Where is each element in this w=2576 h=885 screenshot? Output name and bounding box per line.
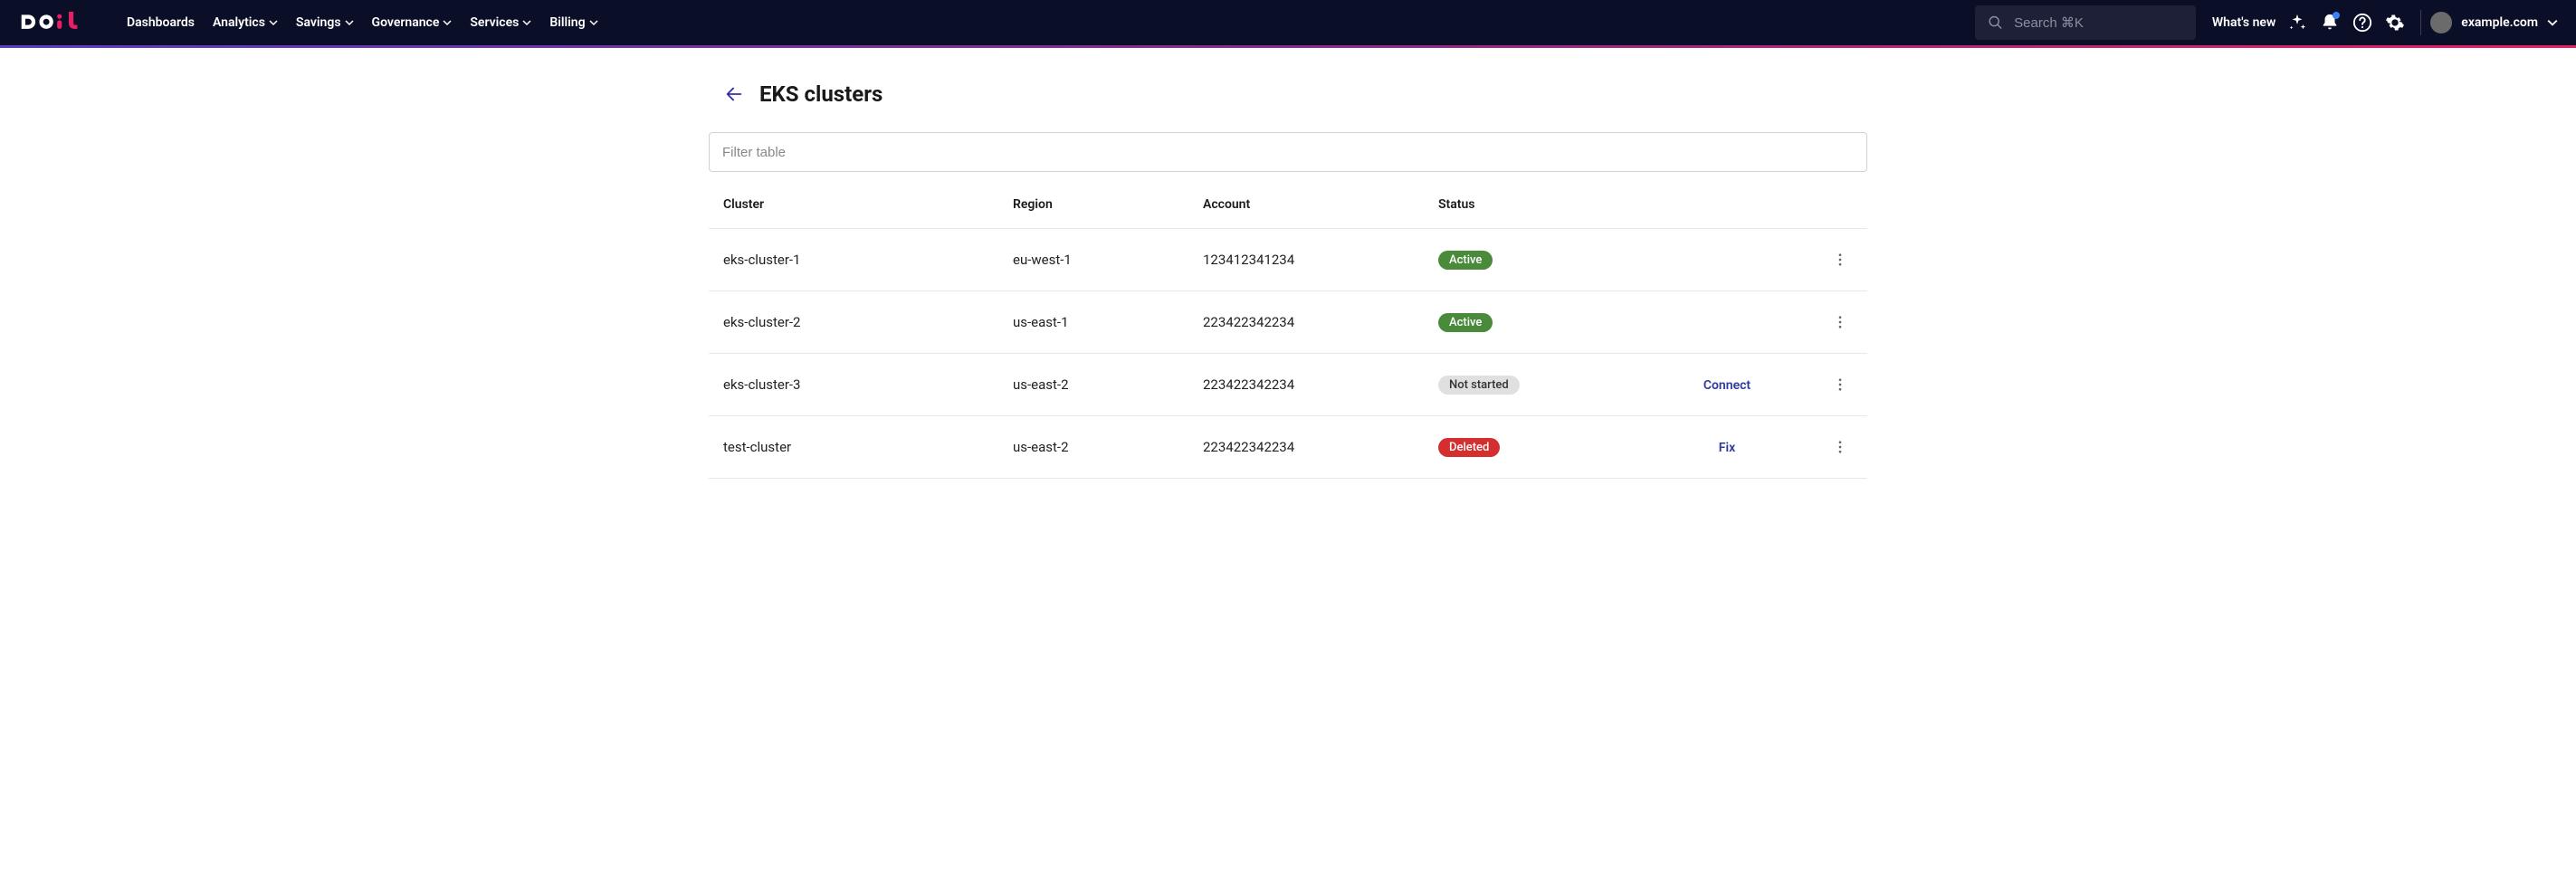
- search-input[interactable]: [2014, 15, 2183, 31]
- nav-governance[interactable]: Governance: [365, 8, 460, 37]
- nav-billing[interactable]: Billing: [542, 8, 605, 37]
- status-badge: Active: [1438, 251, 1493, 270]
- cell-menu: [1813, 291, 1867, 354]
- column-header-account[interactable]: Account: [1188, 181, 1424, 229]
- gear-icon: [2385, 13, 2405, 33]
- more-vert-icon: [1832, 376, 1848, 393]
- cell-status: Not started: [1424, 354, 1641, 416]
- cell-status: Deleted: [1424, 416, 1641, 479]
- nav-label: Billing: [549, 15, 585, 30]
- page-title: EKS clusters: [759, 81, 883, 107]
- table-row: eks-cluster-1eu-west-1123412341234 Active: [709, 229, 1867, 291]
- cell-account: 223422342234: [1188, 354, 1424, 416]
- clusters-table: Cluster Region Account Status eks-cluste…: [709, 181, 1867, 479]
- row-menu-button[interactable]: [1827, 309, 1853, 335]
- status-badge: Deleted: [1438, 438, 1500, 457]
- table-row: eks-cluster-2us-east-1223422342234 Active: [709, 291, 1867, 354]
- cell-region: us-east-2: [998, 416, 1188, 479]
- help-icon: [2352, 13, 2372, 33]
- cell-menu: [1813, 229, 1867, 291]
- nav-dashboards[interactable]: Dashboards: [119, 8, 202, 37]
- back-button[interactable]: [723, 83, 745, 105]
- avatar: [2430, 12, 2452, 33]
- nav-label: Governance: [372, 15, 440, 30]
- settings-button[interactable]: [2379, 6, 2411, 39]
- more-vert-icon: [1832, 439, 1848, 455]
- status-badge: Not started: [1438, 376, 1520, 395]
- column-header-status[interactable]: Status: [1424, 181, 1641, 229]
- sparkle-button[interactable]: [2281, 6, 2314, 39]
- nav-label: Analytics: [213, 15, 265, 30]
- table-row: test-clusterus-east-2223422342234 Deleted…: [709, 416, 1867, 479]
- cell-account: 223422342234: [1188, 416, 1424, 479]
- cell-account: 123412341234: [1188, 229, 1424, 291]
- row-menu-button[interactable]: [1827, 247, 1853, 272]
- sparkle-icon: [2287, 13, 2307, 33]
- cell-cluster: eks-cluster-1: [709, 229, 998, 291]
- cell-action: [1641, 229, 1813, 291]
- help-button[interactable]: [2346, 6, 2379, 39]
- status-badge: Active: [1438, 313, 1493, 332]
- account-switcher[interactable]: example.com: [2430, 12, 2558, 33]
- page-header: EKS clusters: [709, 81, 1867, 132]
- top-navigation: Dashboards Analytics Savings Governance …: [0, 0, 2576, 45]
- cell-status: Active: [1424, 229, 1641, 291]
- cell-cluster: eks-cluster-2: [709, 291, 998, 354]
- chevron-down-icon: [269, 18, 278, 27]
- notifications-button[interactable]: [2314, 6, 2346, 39]
- row-menu-button[interactable]: [1827, 434, 1853, 460]
- search-icon: [1988, 14, 2003, 32]
- nav-label: Savings: [296, 15, 341, 30]
- row-menu-button[interactable]: [1827, 372, 1853, 397]
- cell-action: Connect: [1641, 354, 1813, 416]
- main-nav: Dashboards Analytics Savings Governance …: [119, 8, 606, 37]
- cell-action: [1641, 291, 1813, 354]
- cell-account: 223422342234: [1188, 291, 1424, 354]
- cell-region: us-east-1: [998, 291, 1188, 354]
- page-content: EKS clusters Cluster Region Account Stat…: [709, 45, 1867, 479]
- nav-savings[interactable]: Savings: [289, 8, 361, 37]
- global-search[interactable]: [1975, 5, 2196, 40]
- column-header-cluster[interactable]: Cluster: [709, 181, 998, 229]
- nav-analytics[interactable]: Analytics: [205, 8, 285, 37]
- table-row: eks-cluster-3us-east-2223422342234 Not st…: [709, 354, 1867, 416]
- divider: [2420, 10, 2421, 35]
- chevron-down-icon: [589, 18, 598, 27]
- cell-status: Active: [1424, 291, 1641, 354]
- arrow-left-icon: [724, 84, 744, 104]
- nav-label: Services: [470, 15, 519, 30]
- cell-action: Fix: [1641, 416, 1813, 479]
- chevron-down-icon: [345, 18, 354, 27]
- more-vert-icon: [1832, 314, 1848, 330]
- fix-link[interactable]: Fix: [1719, 441, 1735, 455]
- cell-menu: [1813, 416, 1867, 479]
- nav-services[interactable]: Services: [463, 8, 539, 37]
- connect-link[interactable]: Connect: [1703, 378, 1751, 393]
- whats-new-link[interactable]: What's new: [2212, 15, 2275, 30]
- nav-label: Dashboards: [127, 15, 195, 30]
- account-domain: example.com: [2461, 15, 2538, 30]
- cell-cluster: test-cluster: [709, 416, 998, 479]
- filter-wrapper: [709, 132, 1867, 181]
- column-header-region[interactable]: Region: [998, 181, 1188, 229]
- more-vert-icon: [1832, 252, 1848, 268]
- cell-cluster: eks-cluster-3: [709, 354, 998, 416]
- chevron-down-icon: [443, 18, 452, 27]
- filter-input[interactable]: [709, 132, 1867, 172]
- chevron-down-icon: [522, 18, 531, 27]
- cell-menu: [1813, 354, 1867, 416]
- cell-region: eu-west-1: [998, 229, 1188, 291]
- logo[interactable]: [18, 12, 98, 33]
- cell-region: us-east-2: [998, 354, 1188, 416]
- chevron-down-icon: [2547, 17, 2558, 28]
